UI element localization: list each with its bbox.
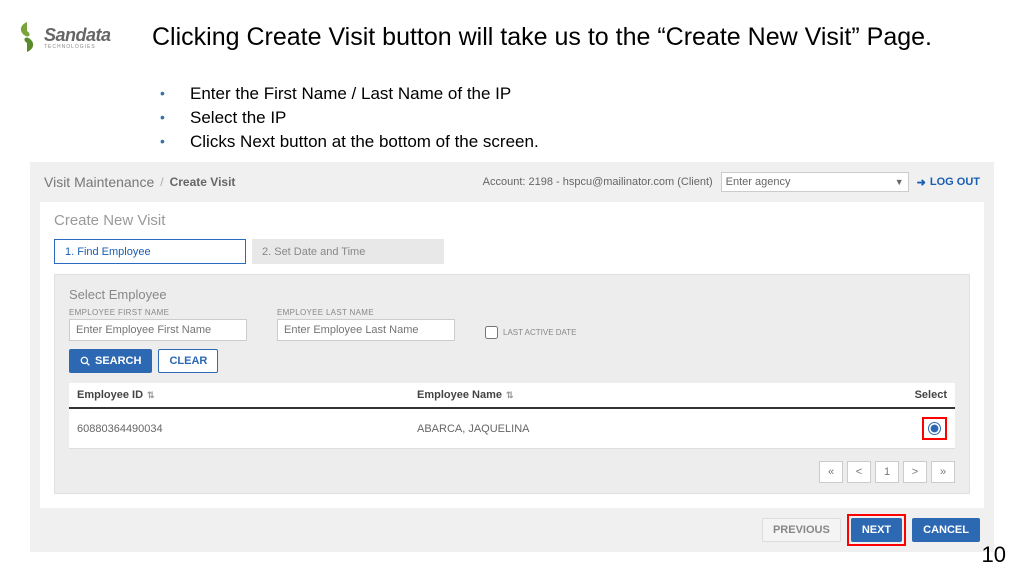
slide-number: 10: [982, 542, 1006, 568]
app-header: Visit Maintenance / Create Visit Account…: [30, 162, 994, 202]
breadcrumb-current: Create Visit: [170, 175, 236, 189]
bullet-item: Select the IP: [160, 106, 539, 130]
first-name-input[interactable]: [69, 319, 247, 341]
last-active-label: LAST ACTIVE DATE: [503, 328, 577, 337]
search-button[interactable]: SEARCH: [69, 349, 152, 373]
last-active-checkbox[interactable]: [485, 326, 498, 339]
search-icon: [80, 356, 90, 366]
page-next[interactable]: >: [903, 461, 927, 483]
instruction-bullets: Enter the First Name / Last Name of the …: [160, 82, 539, 153]
employee-table: Employee ID ⇅ Employee Name ⇅ Select 608…: [69, 383, 955, 449]
step-find-employee[interactable]: 1. Find Employee: [54, 239, 246, 264]
step-tabs: 1. Find Employee 2. Set Date and Time: [54, 239, 970, 264]
brand-logo: Sandata TECHNOLOGIES: [14, 20, 111, 54]
wizard-footer: PREVIOUS NEXT CANCEL: [762, 514, 980, 546]
logout-label: LOG OUT: [930, 176, 980, 188]
last-active-checkbox-row: LAST ACTIVE DATE: [485, 326, 577, 339]
bullet-item: Clicks Next button at the bottom of the …: [160, 130, 539, 154]
app-screenshot: Visit Maintenance / Create Visit Account…: [30, 162, 994, 552]
account-text: Account: 2198 - hspcu@mailinator.com (Cl…: [483, 176, 713, 188]
select-employee-radio[interactable]: [928, 422, 941, 435]
previous-button[interactable]: PREVIOUS: [762, 518, 841, 542]
last-name-field: EMPLOYEE LAST NAME: [277, 308, 455, 341]
first-name-label: EMPLOYEE FIRST NAME: [69, 308, 247, 317]
page-first[interactable]: «: [819, 461, 843, 483]
page-current[interactable]: 1: [875, 461, 899, 483]
sort-icon: ⇅: [506, 390, 514, 401]
cell-employee-name: ABARCA, JAQUELINA: [417, 423, 887, 435]
page-last[interactable]: »: [931, 461, 955, 483]
search-label: SEARCH: [95, 355, 141, 367]
sort-icon: ⇅: [147, 390, 155, 401]
last-name-label: EMPLOYEE LAST NAME: [277, 308, 455, 317]
card-title: Create New Visit: [54, 212, 970, 229]
logo-mark-icon: [14, 20, 40, 54]
select-employee-panel: Select Employee EMPLOYEE FIRST NAME EMPL…: [54, 274, 970, 494]
first-name-field: EMPLOYEE FIRST NAME: [69, 308, 247, 341]
last-name-input[interactable]: [277, 319, 455, 341]
table-header: Employee ID ⇅ Employee Name ⇅ Select: [69, 383, 955, 409]
page-prev[interactable]: <: [847, 461, 871, 483]
slide-heading: Clicking Create Visit button will take u…: [152, 22, 964, 53]
cell-employee-id: 60880364490034: [77, 423, 417, 435]
breadcrumb-root[interactable]: Visit Maintenance: [44, 174, 154, 190]
logout-icon: ➜: [917, 176, 926, 189]
cancel-button[interactable]: CANCEL: [912, 518, 980, 542]
clear-label: CLEAR: [169, 355, 207, 367]
table-row: 60880364490034 ABARCA, JAQUELINA: [69, 409, 955, 449]
next-button[interactable]: NEXT: [851, 518, 902, 542]
clear-button[interactable]: CLEAR: [158, 349, 218, 373]
create-visit-card: Create New Visit 1. Find Employee 2. Set…: [40, 202, 984, 508]
col-employee-id[interactable]: Employee ID ⇅: [77, 389, 417, 401]
logo-text: Sandata: [44, 25, 111, 45]
logout-link[interactable]: ➜ LOG OUT: [917, 176, 980, 189]
panel-title: Select Employee: [69, 287, 955, 302]
breadcrumb-separator: /: [160, 175, 163, 189]
next-highlight: NEXT: [847, 514, 906, 546]
pagination: « < 1 > »: [69, 461, 955, 483]
bullet-item: Enter the First Name / Last Name of the …: [160, 82, 539, 106]
step-set-date-time[interactable]: 2. Set Date and Time: [252, 239, 444, 264]
agency-placeholder: Enter agency: [726, 176, 791, 188]
col-select: Select: [887, 389, 947, 401]
select-highlight: [922, 417, 947, 440]
col-employee-name[interactable]: Employee Name ⇅: [417, 389, 887, 401]
chevron-down-icon: ▼: [895, 177, 904, 187]
agency-select[interactable]: Enter agency ▼: [721, 172, 909, 192]
